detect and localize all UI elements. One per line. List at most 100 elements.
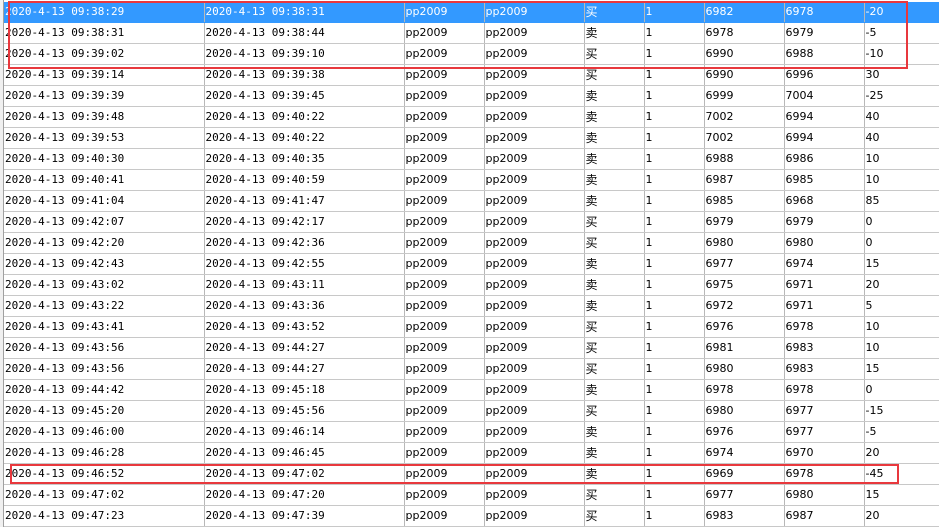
open-time-cell: 2020-4-13 09:44:42 <box>4 379 205 401</box>
table-row[interactable]: 2020-4-13 09:40:30 2020-4-13 09:40:35 pp20… <box>4 148 939 170</box>
quantity-cell: 1 <box>644 43 705 65</box>
table-row[interactable]: 2020-4-13 09:43:41 2020-4-13 09:43:52 pp20… <box>4 316 939 338</box>
open-price-cell: 6988 <box>704 148 785 170</box>
contract-cell: pp2009 <box>404 358 485 380</box>
close-time-cell: 2020-4-13 09:47:20 <box>204 484 405 506</box>
quantity-cell: 1 <box>644 106 705 128</box>
open-price-cell: 6990 <box>704 43 785 65</box>
contract-code-cell: pp2009 <box>484 442 585 464</box>
quantity-cell: 1 <box>644 484 705 506</box>
close-price-cell: 6978 <box>784 379 865 401</box>
side-cell: 卖 <box>584 169 645 191</box>
close-price-cell: 6979 <box>784 22 865 44</box>
table-row[interactable]: 2020-4-13 09:39:14 2020-4-13 09:39:38 pp20… <box>4 64 939 86</box>
quantity-cell: 1 <box>644 379 705 401</box>
quantity-cell: 1 <box>644 148 705 170</box>
table-row[interactable]: 2020-4-13 09:46:28 2020-4-13 09:46:45 pp20… <box>4 442 939 464</box>
table-row[interactable]: 2020-4-13 09:46:00 2020-4-13 09:46:14 pp20… <box>4 421 939 443</box>
quantity-cell: 1 <box>644 295 705 317</box>
side-cell: 买 <box>584 316 645 338</box>
contract-code-cell: pp2009 <box>484 463 585 485</box>
profit-loss-cell: 30 <box>864 64 939 86</box>
table-row[interactable]: 2020-4-13 09:38:29 2020-4-13 09:38:31 pp20… <box>4 2 939 23</box>
side-cell: 买 <box>584 400 645 422</box>
table-row[interactable]: 2020-4-13 09:39:39 2020-4-13 09:39:45 pp20… <box>4 85 939 107</box>
contract-cell: pp2009 <box>404 64 485 86</box>
profit-loss-cell: -5 <box>864 421 939 443</box>
close-price-cell: 6996 <box>784 64 865 86</box>
close-price-cell: 7004 <box>784 85 865 107</box>
table-row[interactable]: 2020-4-13 09:43:22 2020-4-13 09:43:36 pp20… <box>4 295 939 317</box>
close-price-cell: 6971 <box>784 274 865 296</box>
table-row[interactable]: 2020-4-13 09:43:02 2020-4-13 09:43:11 pp20… <box>4 274 939 296</box>
table-row[interactable]: 2020-4-13 09:39:48 2020-4-13 09:40:22 pp20… <box>4 106 939 128</box>
quantity-cell: 1 <box>644 127 705 149</box>
open-time-cell: 2020-4-13 09:42:43 <box>4 253 205 275</box>
side-cell: 买 <box>584 211 645 233</box>
open-price-cell: 6976 <box>704 316 785 338</box>
table-row[interactable]: 2020-4-13 09:41:04 2020-4-13 09:41:47 pp20… <box>4 190 939 212</box>
table-row[interactable]: 2020-4-13 09:42:43 2020-4-13 09:42:55 pp20… <box>4 253 939 275</box>
quantity-cell: 1 <box>644 316 705 338</box>
table-row[interactable]: 2020-4-13 09:39:53 2020-4-13 09:40:22 pp20… <box>4 127 939 149</box>
contract-code-cell: pp2009 <box>484 232 585 254</box>
close-time-cell: 2020-4-13 09:39:38 <box>204 64 405 86</box>
profit-loss-cell: 40 <box>864 127 939 149</box>
quantity-cell: 1 <box>644 337 705 359</box>
quantity-cell: 1 <box>644 274 705 296</box>
open-price-cell: 6987 <box>704 169 785 191</box>
close-time-cell: 2020-4-13 09:45:18 <box>204 379 405 401</box>
table-row[interactable]: 2020-4-13 09:43:56 2020-4-13 09:44:27 pp20… <box>4 337 939 359</box>
close-price-cell: 6980 <box>784 232 865 254</box>
open-time-cell: 2020-4-13 09:39:02 <box>4 43 205 65</box>
table-row[interactable]: 2020-4-13 09:40:41 2020-4-13 09:40:59 pp20… <box>4 169 939 191</box>
quantity-cell: 1 <box>644 2 705 23</box>
profit-loss-cell: 20 <box>864 505 939 527</box>
contract-cell: pp2009 <box>404 190 485 212</box>
quantity-cell: 1 <box>644 211 705 233</box>
close-price-cell: 6978 <box>784 2 865 23</box>
profit-loss-cell: 15 <box>864 358 939 380</box>
side-cell: 卖 <box>584 127 645 149</box>
open-time-cell: 2020-4-13 09:39:53 <box>4 127 205 149</box>
contract-code-cell: pp2009 <box>484 85 585 107</box>
profit-loss-cell: 10 <box>864 148 939 170</box>
side-cell: 买 <box>584 358 645 380</box>
table-row[interactable]: 2020-4-13 09:45:20 2020-4-13 09:45:56 pp20… <box>4 400 939 422</box>
open-price-cell: 6978 <box>704 22 785 44</box>
trade-records-table: 2020-4-13 09:38:29 2020-4-13 09:38:31 pp20… <box>4 2 939 527</box>
side-cell: 卖 <box>584 442 645 464</box>
open-price-cell: 6979 <box>704 211 785 233</box>
profit-loss-cell: -5 <box>864 22 939 44</box>
table-row[interactable]: 2020-4-13 09:46:52 2020-4-13 09:47:02 pp20… <box>4 463 939 485</box>
open-price-cell: 6985 <box>704 190 785 212</box>
table-row[interactable]: 2020-4-13 09:43:56 2020-4-13 09:44:27 pp20… <box>4 358 939 380</box>
side-cell: 买 <box>584 43 645 65</box>
contract-cell: pp2009 <box>404 2 485 23</box>
contract-code-cell: pp2009 <box>484 274 585 296</box>
quantity-cell: 1 <box>644 85 705 107</box>
contract-cell: pp2009 <box>404 127 485 149</box>
profit-loss-cell: 0 <box>864 232 939 254</box>
open-time-cell: 2020-4-13 09:38:29 <box>4 2 205 23</box>
close-time-cell: 2020-4-13 09:45:56 <box>204 400 405 422</box>
table-row[interactable]: 2020-4-13 09:47:02 2020-4-13 09:47:20 pp20… <box>4 484 939 506</box>
open-time-cell: 2020-4-13 09:39:39 <box>4 85 205 107</box>
contract-cell: pp2009 <box>404 148 485 170</box>
table-row[interactable]: 2020-4-13 09:42:20 2020-4-13 09:42:36 pp20… <box>4 232 939 254</box>
open-price-cell: 6980 <box>704 232 785 254</box>
open-time-cell: 2020-4-13 09:46:52 <box>4 463 205 485</box>
table-row[interactable]: 2020-4-13 09:47:23 2020-4-13 09:47:39 pp20… <box>4 505 939 527</box>
close-time-cell: 2020-4-13 09:47:39 <box>204 505 405 527</box>
profit-loss-cell: 5 <box>864 295 939 317</box>
table-row[interactable]: 2020-4-13 09:44:42 2020-4-13 09:45:18 pp20… <box>4 379 939 401</box>
table-row[interactable]: 2020-4-13 09:38:31 2020-4-13 09:38:44 pp20… <box>4 22 939 44</box>
table-row[interactable]: 2020-4-13 09:42:07 2020-4-13 09:42:17 pp20… <box>4 211 939 233</box>
contract-cell: pp2009 <box>404 169 485 191</box>
side-cell: 卖 <box>584 463 645 485</box>
table-row[interactable]: 2020-4-13 09:39:02 2020-4-13 09:39:10 pp20… <box>4 43 939 65</box>
trade-records-body: 2020-4-13 09:38:29 2020-4-13 09:38:31 pp20… <box>4 2 939 527</box>
contract-cell: pp2009 <box>404 106 485 128</box>
contract-code-cell: pp2009 <box>484 421 585 443</box>
trade-list-view: 2020-4-13 09:38:29 2020-4-13 09:38:31 pp20… <box>0 0 939 527</box>
